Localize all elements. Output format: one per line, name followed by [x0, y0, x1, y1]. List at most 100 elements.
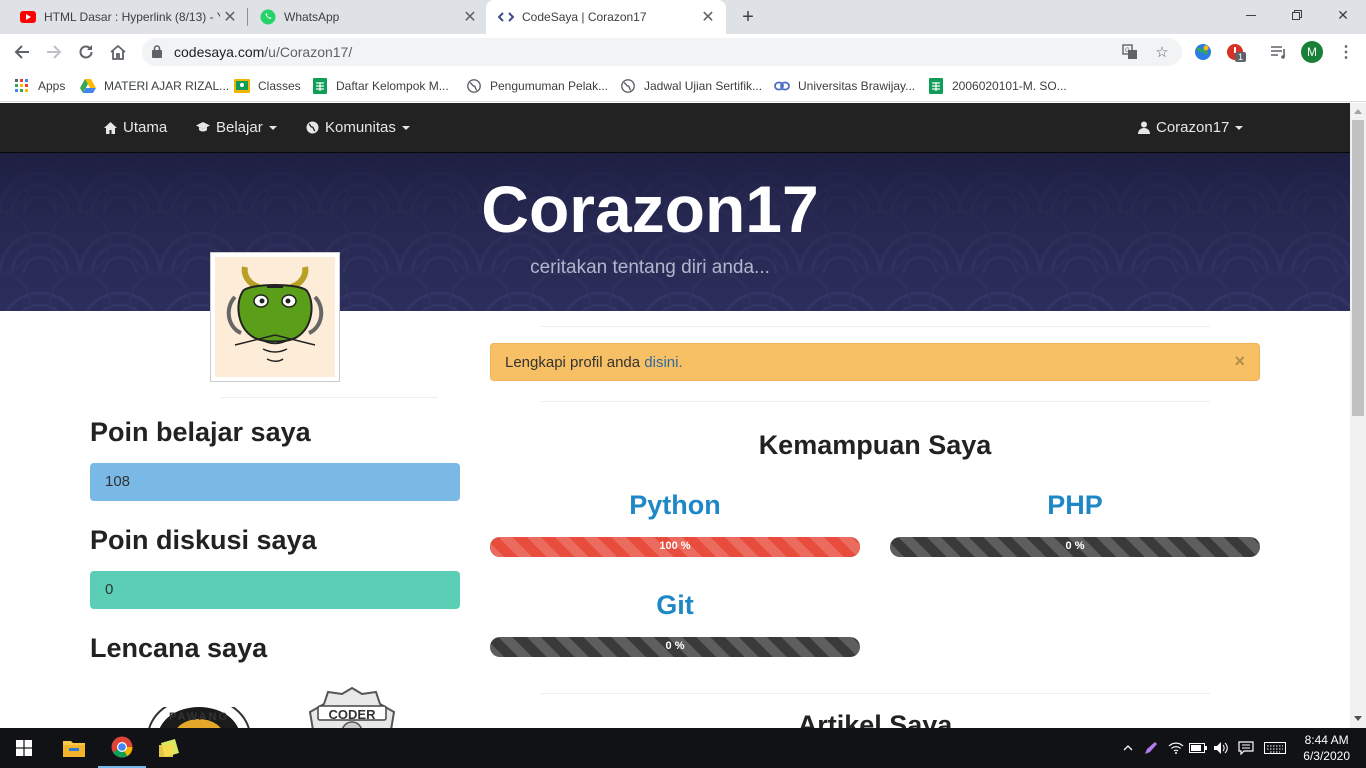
bookmark-daftar[interactable]: Daftar Kelompok M...: [312, 77, 449, 95]
pen-icon[interactable]: [1141, 728, 1161, 768]
extension-globe-icon[interactable]: [1193, 42, 1213, 62]
profile-avatar[interactable]: M: [1301, 41, 1323, 63]
nav-user-dropdown[interactable]: Corazon17: [1138, 119, 1244, 136]
address-bar[interactable]: codesaya.com/u/Corazon17/ G ☆: [142, 38, 1182, 66]
codesaya-icon: [498, 9, 514, 25]
close-tab-icon[interactable]: ✕: [460, 7, 480, 27]
learning-points-value: 108: [90, 463, 460, 501]
bookmark-classes[interactable]: Classes: [234, 77, 301, 95]
tab-title: HTML Dasar : Hyperlink (8/13) - Y: [44, 10, 220, 24]
scroll-down-icon[interactable]: [1354, 716, 1362, 721]
globe-icon: [620, 78, 636, 94]
bookmark-label: Jadwal Ujian Sertifik...: [644, 79, 763, 93]
bookmark-2006020101[interactable]: 2006020101-M. SO...: [928, 77, 1067, 95]
volume-icon[interactable]: [1211, 728, 1231, 768]
url-text: codesaya.com/u/Corazon17/: [174, 44, 352, 60]
tab-strip: HTML Dasar : Hyperlink (8/13) - Y ✕ What…: [0, 0, 1366, 34]
keyboard-icon[interactable]: [1262, 728, 1288, 768]
google-sheets-icon: [928, 78, 944, 94]
lock-icon[interactable]: [152, 45, 162, 63]
skill-git-title[interactable]: Git: [490, 590, 860, 621]
home-icon[interactable]: [104, 38, 132, 66]
windows-taskbar: 8:44 AM 6/3/2020: [0, 728, 1366, 768]
bookmark-label: 2006020101-M. SO...: [952, 79, 1067, 93]
nav-home[interactable]: Utama: [104, 119, 167, 136]
coder-badge[interactable]: CODER: [300, 686, 404, 728]
restore-icon[interactable]: [1274, 0, 1320, 30]
bookmark-label: Universitas Brawijay...: [798, 79, 916, 93]
skill-python-progress: 100 %: [490, 537, 860, 557]
bookmark-label: Classes: [258, 79, 301, 93]
notifications-icon[interactable]: [1236, 728, 1256, 768]
forward-icon[interactable]: [40, 38, 68, 66]
skill-php-progress: 0 %: [890, 537, 1260, 557]
wifi-icon[interactable]: [1166, 728, 1186, 768]
bookmark-universitas[interactable]: Universitas Brawijay...: [774, 77, 915, 95]
chrome-taskbar-icon[interactable]: [98, 728, 146, 768]
youtube-icon: [20, 9, 36, 25]
new-tab-icon[interactable]: +: [736, 5, 760, 29]
extension-red-icon[interactable]: 1: [1225, 42, 1247, 62]
nav-learn-dropdown[interactable]: Belajar: [196, 119, 277, 136]
avatar[interactable]: [210, 252, 340, 382]
articles-title: Artikel Saya: [797, 710, 953, 728]
scrollbar-thumb[interactable]: [1352, 120, 1364, 416]
learning-points-title: Poin belajar saya: [90, 417, 311, 447]
progress-label: 0 %: [1065, 540, 1085, 552]
tab-codesaya[interactable]: CodeSaya | Corazon17 ✕: [486, 0, 726, 34]
system-clock[interactable]: 8:44 AM 6/3/2020: [1303, 732, 1350, 764]
tab-youtube[interactable]: HTML Dasar : Hyperlink (8/13) - Y ✕: [0, 0, 248, 34]
nav-learn-label: Belajar: [216, 119, 263, 136]
bookmark-materi[interactable]: MATERI AJAR RIZAL...: [80, 77, 229, 95]
battery-icon[interactable]: [1188, 728, 1208, 768]
minimize-icon[interactable]: [1228, 0, 1274, 30]
clock-time: 8:44 AM: [1304, 733, 1349, 747]
pawang-badge[interactable]: PAWANG: [146, 696, 252, 728]
bookmark-jadwal[interactable]: Jadwal Ujian Sertifik...: [620, 77, 762, 95]
sticky-notes-icon[interactable]: [146, 728, 194, 768]
badge-text: CODER: [328, 707, 376, 722]
nav-home-label: Utama: [123, 119, 168, 136]
windows-start-icon[interactable]: [0, 728, 48, 768]
nav-community-dropdown[interactable]: Komunitas: [306, 119, 410, 136]
discussion-points-title: Poin diskusi saya: [90, 525, 317, 555]
profile-tagline[interactable]: ceritakan tentang diri anda...: [0, 257, 1300, 279]
link-icon: [774, 78, 790, 94]
bookmark-star-icon[interactable]: ☆: [1152, 42, 1172, 62]
discussion-points-value: 0: [90, 571, 460, 609]
back-icon[interactable]: [8, 38, 36, 66]
site-navbar: Utama Belajar Komunitas Corazon17: [0, 103, 1350, 153]
close-tab-icon[interactable]: ✕: [698, 7, 718, 27]
url-path: /u/Corazon17/: [264, 44, 353, 60]
divider: [540, 326, 1210, 327]
divider: [540, 401, 1210, 402]
tab-title: WhatsApp: [284, 10, 340, 24]
tab-whatsapp[interactable]: WhatsApp ✕: [240, 0, 488, 34]
divider: [220, 397, 438, 398]
bookmark-apps[interactable]: Apps: [14, 77, 65, 95]
google-sheets-icon: [312, 78, 328, 94]
file-explorer-icon[interactable]: [50, 728, 98, 768]
media-queue-icon[interactable]: [1269, 42, 1289, 62]
skill-python-title[interactable]: Python: [490, 490, 860, 521]
page-scrollbar[interactable]: [1350, 103, 1366, 728]
alert-link[interactable]: disini.: [644, 354, 682, 371]
caret-down-icon: [1235, 125, 1244, 130]
close-icon[interactable]: ×: [1234, 351, 1245, 372]
web-page: Utama Belajar Komunitas Corazon17 Corazo…: [0, 103, 1350, 728]
bookmark-pengumuman[interactable]: Pengumuman Pelak...: [466, 77, 608, 95]
menu-kebab-icon[interactable]: ⋮: [1336, 42, 1356, 62]
bookmark-label: Daftar Kelompok M...: [336, 79, 449, 93]
complete-profile-alert: Lengkapi profil anda disini. ×: [490, 343, 1260, 381]
close-tab-icon[interactable]: ✕: [220, 7, 240, 27]
chevron-up-icon[interactable]: [1118, 728, 1138, 768]
scroll-up-icon[interactable]: [1354, 109, 1362, 114]
skill-php-title[interactable]: PHP: [890, 490, 1260, 521]
translate-icon[interactable]: G: [1120, 42, 1140, 62]
profile-username: Corazon17: [481, 172, 819, 246]
nav-user-label: Corazon17: [1156, 119, 1230, 136]
skill-git-progress: 0 %: [490, 637, 860, 657]
close-window-icon[interactable]: ✕: [1320, 0, 1366, 30]
nav-community-label: Komunitas: [325, 119, 396, 136]
reload-icon[interactable]: [72, 38, 100, 66]
